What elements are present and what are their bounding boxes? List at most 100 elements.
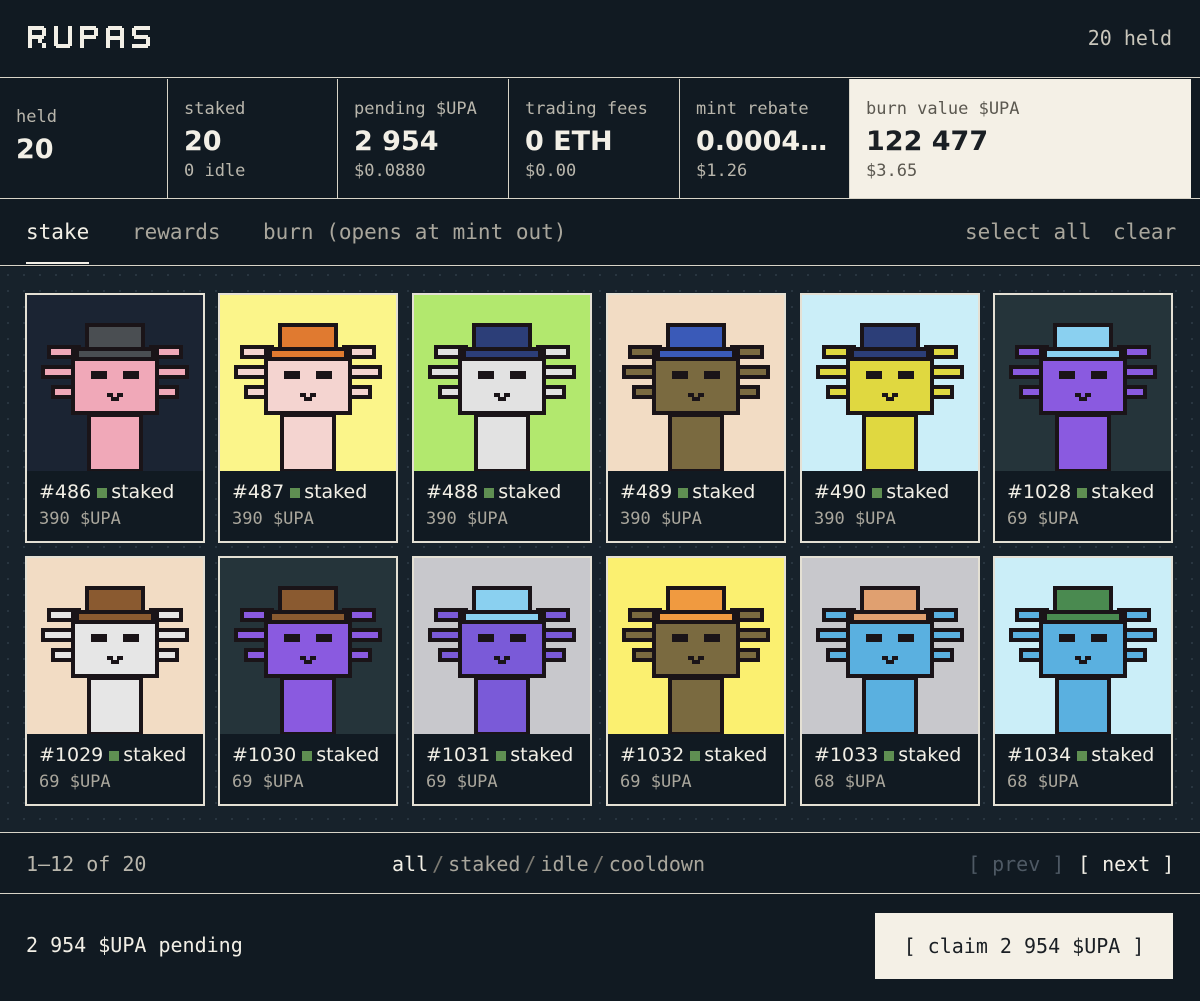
nft-artwork [414,295,590,471]
nft-card[interactable]: #490 staked 390 $UPA [800,293,980,543]
nft-card-info: #1031 staked 69 $UPA [414,734,590,792]
nft-card[interactable]: #1032 staked 69 $UPA [606,556,786,806]
nft-card-info: #1029 staked 69 $UPA [27,734,203,792]
nft-card-info: #1033 staked 68 $UPA [802,734,978,792]
filter-staked[interactable]: staked [448,852,520,876]
nft-card-header: #1030 staked [232,744,396,766]
nft-artwork [414,558,590,734]
stat-trading-fees: trading fees 0 ETH $0.00 [509,79,680,198]
stat-label: pending $UPA [354,99,477,119]
held-count: 20 held [1087,26,1172,50]
axolotl-icon [622,323,770,471]
stat-sub: $0.00 [525,161,577,181]
nft-reward: 390 $UPA [814,509,896,529]
nft-card[interactable]: #489 staked 390 $UPA [606,293,786,543]
nft-token-id: #488 [426,481,479,503]
prev-page-button[interactable]: [ prev ] [968,852,1064,876]
axolotl-icon [1009,586,1157,734]
stat-pending: pending $UPA 2 954 $0.0880 [338,79,509,198]
staked-status-icon [1077,488,1088,498]
nft-token-id: #486 [39,481,92,503]
nft-status: staked [510,744,574,766]
nft-artwork [995,558,1171,734]
nft-status: staked [316,744,380,766]
tab-stake[interactable]: stake [26,220,90,264]
nft-status: staked [692,481,756,503]
filter-separator: / [592,852,605,876]
select-all-button[interactable]: select all [965,220,1091,244]
logo [28,24,152,54]
nft-card-info: #488 staked 390 $UPA [414,471,590,529]
stat-sub: 0 idle [184,161,246,181]
stats-bar: held 20 staked 20 0 idle pending $UPA 2 … [0,79,1200,199]
axolotl-icon [234,586,382,734]
nft-card[interactable]: #1028 staked 69 $UPA [993,293,1173,543]
nft-reward: 69 $UPA [232,772,304,792]
nft-token-id: #1032 [620,744,685,766]
axolotl-icon [428,323,576,471]
stat-label: held [16,107,57,127]
stat-value: 20 [16,134,54,165]
axolotl-icon [234,323,382,471]
stat-label: mint rebate [696,99,809,119]
clear-button[interactable]: clear [1113,220,1176,244]
nft-reward: 69 $UPA [620,772,692,792]
filter-cooldown[interactable]: cooldown [609,852,705,876]
nft-reward: 69 $UPA [39,772,111,792]
nft-card-info: #1032 staked 69 $UPA [608,734,784,792]
nft-status: staked [886,481,950,503]
filter-idle[interactable]: idle [540,852,588,876]
nft-card-info: #487 staked 390 $UPA [220,471,396,529]
stat-value: 122 477 [866,126,989,157]
nft-status: staked [498,481,562,503]
staked-status-icon [690,751,701,761]
nft-card[interactable]: #488 staked 390 $UPA [412,293,592,543]
nft-status: staked [1091,744,1155,766]
axolotl-icon [1009,323,1157,471]
nft-reward: 390 $UPA [39,509,121,529]
nft-status: staked [123,744,187,766]
nft-card[interactable]: #486 staked 390 $UPA [25,293,205,543]
nft-token-id: #489 [620,481,673,503]
stat-value: 2 954 [354,126,439,157]
stat-held: held 20 [0,79,168,198]
rupas-logo-icon [28,26,150,48]
header: 20 held [0,0,1200,78]
nft-artwork [802,558,978,734]
nft-card-header: #1029 staked [39,744,203,766]
nft-card-header: #1033 staked [814,744,978,766]
staked-status-icon [302,751,313,761]
nft-card[interactable]: #1030 staked 69 $UPA [218,556,398,806]
nft-artwork [220,295,396,471]
nft-status: staked [304,481,368,503]
claim-footer: 2 954 $UPA pending [ claim 2 954 $UPA ] [0,895,1200,1001]
pending-summary: 2 954 $UPA pending [26,933,243,957]
tab-burn[interactable]: burn (opens at mint out) [263,220,566,262]
nft-artwork [220,558,396,734]
nft-card-header: #1034 staked [1007,744,1171,766]
pagination-bar: 1–12 of 20 all / staked / idle / cooldown [ pr… [0,834,1200,894]
nft-reward: 390 $UPA [620,509,702,529]
nft-card[interactable]: #1029 staked 69 $UPA [25,556,205,806]
stat-value: 0.0004… [696,126,828,157]
tab-bar: stake rewards burn (opens at mint out) s… [0,200,1200,266]
nft-card[interactable]: #1034 staked 68 $UPA [993,556,1173,806]
nft-reward: 68 $UPA [814,772,886,792]
axolotl-icon [816,586,964,734]
stat-staked: staked 20 0 idle [168,79,338,198]
filter-all[interactable]: all [392,852,428,876]
nft-card[interactable]: #487 staked 390 $UPA [218,293,398,543]
nft-token-id: #1033 [814,744,879,766]
claim-button[interactable]: [ claim 2 954 $UPA ] [875,913,1173,979]
stat-label: burn value $UPA [866,99,1020,119]
nft-reward: 390 $UPA [232,509,314,529]
nft-card-info: #486 staked 390 $UPA [27,471,203,529]
nft-card[interactable]: #1033 staked 68 $UPA [800,556,980,806]
nft-artwork [608,558,784,734]
filter-separator: / [432,852,445,876]
axolotl-icon [816,323,964,471]
nft-card[interactable]: #1031 staked 69 $UPA [412,556,592,806]
stat-value: 20 [184,126,222,157]
next-page-button[interactable]: [ next ] [1078,852,1174,876]
tab-rewards[interactable]: rewards [132,220,221,262]
